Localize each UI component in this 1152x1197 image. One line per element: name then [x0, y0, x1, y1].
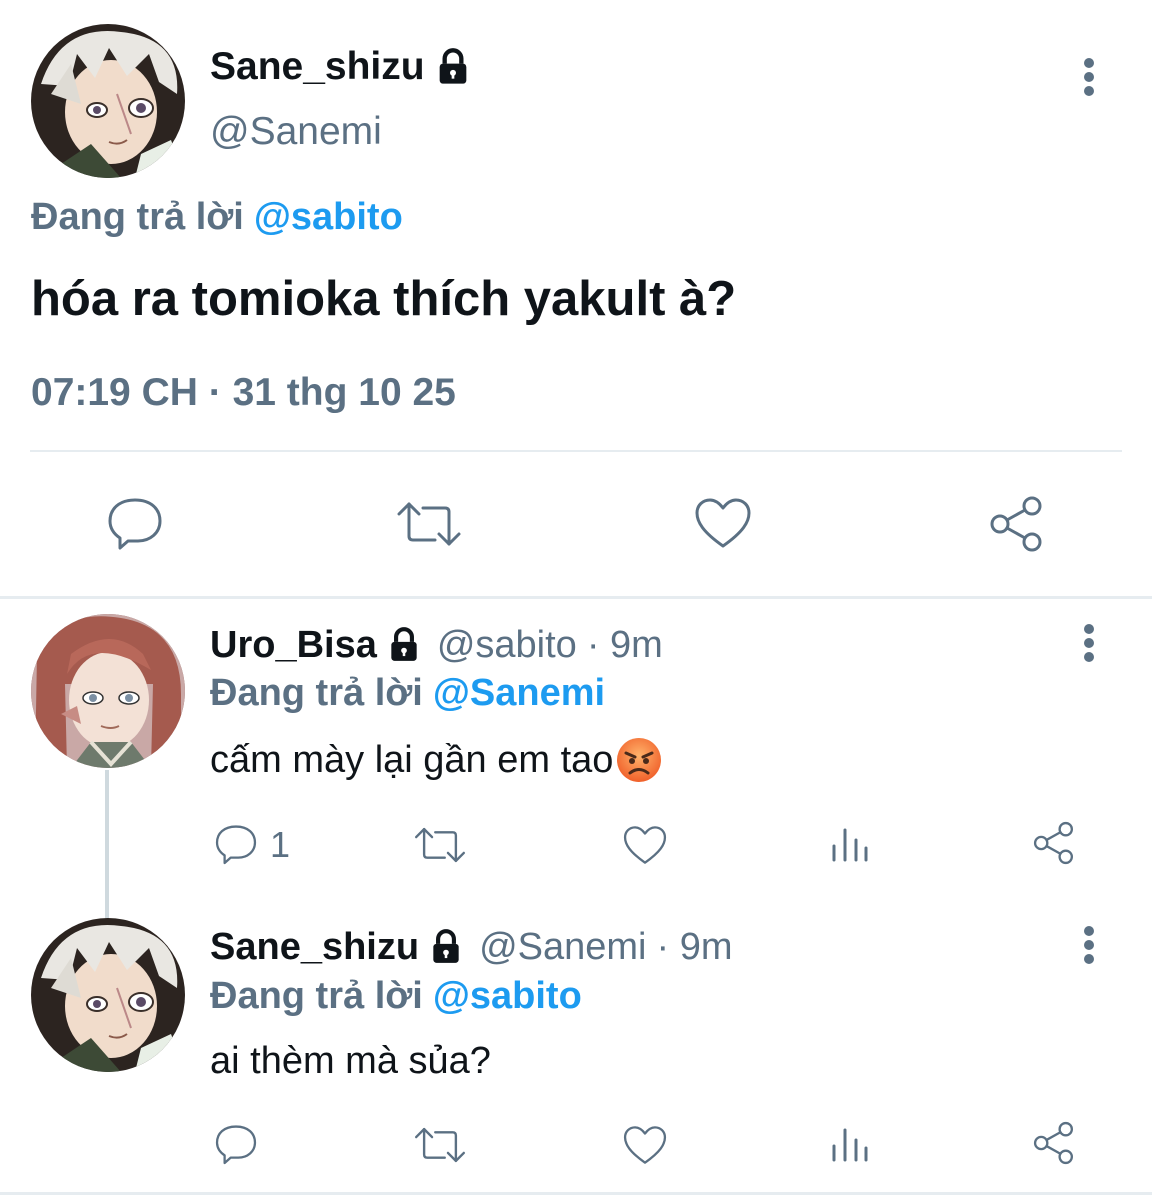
display-name[interactable]: Sane_shizu [210, 45, 425, 89]
reply-to-link[interactable]: @sabito [254, 196, 403, 239]
retweet-icon[interactable] [413, 1124, 467, 1166]
display-name[interactable]: Uro_Bisa [210, 624, 377, 667]
reply-tweet[interactable]: Sane_shizu @Sanemi · 9m Đang trả lời @sa… [0, 900, 1152, 1197]
avatar[interactable] [31, 918, 185, 1072]
reply-tweet[interactable]: Uro_Bisa @sabito · 9m Đang trả lời @Sane… [0, 600, 1152, 920]
share-icon[interactable] [988, 494, 1048, 554]
reply-icon[interactable] [214, 822, 258, 866]
reply-prefix: Đang trả lời [210, 975, 423, 1017]
time[interactable]: · 9m [587, 624, 663, 667]
more-button[interactable] [1083, 926, 1095, 968]
lock-icon [433, 929, 459, 963]
reply-icon[interactable] [106, 494, 164, 552]
heart-icon[interactable] [693, 496, 753, 550]
reply-context: Đang trả lời @sabito [210, 975, 582, 1018]
stats-icon[interactable] [830, 824, 870, 864]
heart-icon[interactable] [622, 824, 668, 866]
angry-face-emoji [617, 738, 662, 782]
thread-line [105, 770, 109, 920]
reply-context: Đang trả lời @Sanemi [210, 672, 605, 715]
more-vertical-icon [1084, 58, 1094, 68]
handle[interactable]: @Sanemi [210, 110, 382, 154]
share-icon[interactable] [1032, 1120, 1078, 1166]
reply-icon[interactable] [214, 1122, 258, 1166]
retweet-icon[interactable] [395, 498, 463, 550]
heart-icon[interactable] [622, 1124, 668, 1166]
more-button[interactable] [1083, 58, 1095, 100]
reply-prefix: Đang trả lời [210, 672, 423, 714]
handle[interactable]: @sabito [437, 624, 577, 667]
more-vertical-icon [1084, 926, 1094, 936]
time[interactable]: · 9m [657, 926, 733, 969]
main-tweet: Sane_shizu @Sanemi Đang trả lời @sabito … [0, 0, 1152, 596]
lock-icon [439, 48, 466, 84]
reply-count: 1 [270, 824, 291, 865]
retweet-icon[interactable] [413, 824, 467, 866]
tweet-text: hóa ra tomioka thích yakult à? [31, 272, 737, 326]
timestamp[interactable]: 07:19 CH · 31 thg 10 25 [31, 371, 456, 415]
reply-prefix: Đang trả lời [31, 196, 244, 238]
stats-icon[interactable] [830, 1124, 870, 1164]
section-divider [0, 596, 1152, 599]
display-name[interactable]: Sane_shizu [210, 926, 419, 969]
share-icon[interactable] [1032, 820, 1078, 866]
reply-to-link[interactable]: @Sanemi [433, 672, 605, 715]
divider [30, 450, 1122, 452]
tweet-text: cấm mày lại gần em tao [210, 738, 614, 781]
avatar[interactable] [31, 614, 185, 768]
reply-to-link[interactable]: @sabito [433, 975, 582, 1018]
more-button[interactable] [1083, 624, 1095, 666]
divider [0, 1192, 1152, 1195]
reply-context: Đang trả lời @sabito [31, 196, 403, 239]
handle[interactable]: @Sanemi [479, 926, 646, 969]
avatar[interactable] [31, 24, 185, 178]
lock-icon [391, 627, 417, 661]
more-vertical-icon [1084, 624, 1094, 634]
tweet-text: ai thèm mà sủa? [210, 1040, 491, 1082]
